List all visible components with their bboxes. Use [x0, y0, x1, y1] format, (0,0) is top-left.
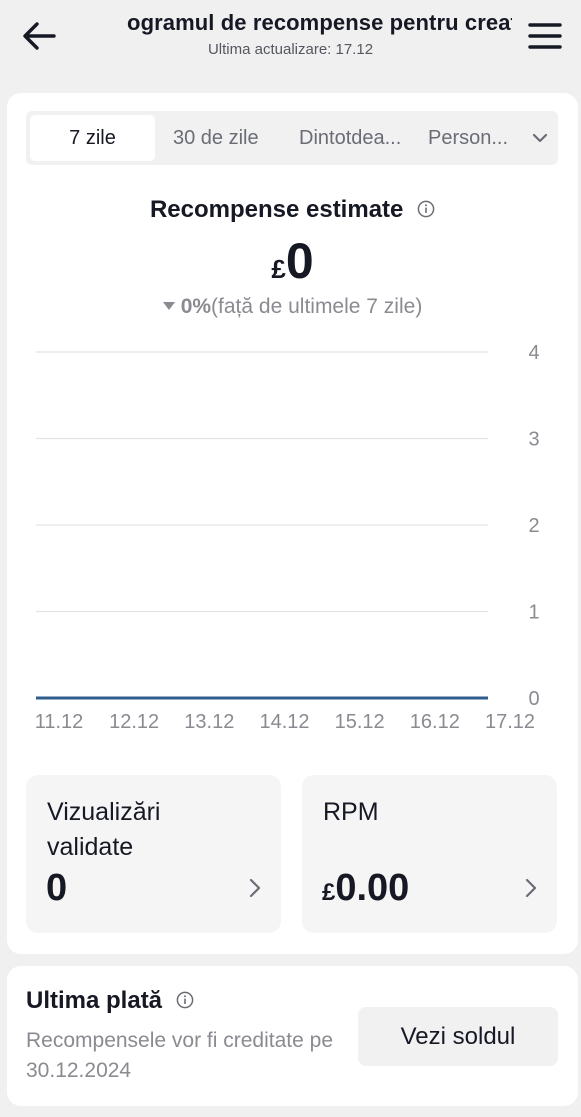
- top-bar: ogramul de recompense pentru creat Ultim…: [0, 0, 581, 80]
- rewards-chart: 0 1 2 3 4 11.12 12.12 13.12 14.12 15.12 16.12 17.12: [35, 342, 540, 733]
- rpm-label: RPM: [323, 798, 379, 826]
- chevron-down-icon[interactable]: [530, 126, 550, 150]
- view-balance-button[interactable]: Vezi soldul: [358, 1007, 558, 1066]
- x-tick-label: 13.12: [184, 711, 234, 733]
- estimated-rewards-label: Recompense estimate: [149, 195, 404, 223]
- y-tick-label: 4: [528, 342, 539, 364]
- currency-symbol: £: [271, 254, 286, 284]
- y-tick-label: 2: [528, 515, 539, 537]
- y-tick-label: 3: [528, 429, 539, 451]
- tab-all-time[interactable]: Dintotdea...: [299, 115, 401, 161]
- x-tick-label: 11.12: [35, 711, 84, 733]
- y-tick-label: 0: [528, 688, 539, 710]
- rpm-currency: £: [322, 879, 336, 906]
- last-updated-label: Ultima actualizare: 17.12: [207, 41, 374, 58]
- rpm-value: £0.00: [322, 867, 409, 910]
- last-payment-card: Ultima plată Recompensele vor fi credita…: [7, 966, 578, 1106]
- x-tick-label: 16.12: [410, 711, 460, 733]
- y-tick-label: 1: [528, 602, 539, 624]
- validated-views-value: 0: [46, 867, 68, 909]
- chevron-right-icon: [249, 878, 261, 898]
- x-tick-label: 14.12: [259, 711, 309, 733]
- menu-button[interactable]: [524, 16, 566, 58]
- payment-description: Recompensele vor fi creditate pe 30.12.2…: [26, 1029, 333, 1082]
- estimated-rewards-value: £0: [7, 233, 578, 289]
- info-circle-icon[interactable]: [417, 200, 435, 218]
- tab-30-days[interactable]: 30 de zile: [173, 115, 259, 161]
- info-circle-icon[interactable]: [176, 991, 194, 1009]
- x-tick-label: 17.12: [485, 711, 535, 733]
- rpm-card[interactable]: RPM £0.00: [302, 775, 557, 933]
- triangle-down-icon: [162, 301, 175, 310]
- validated-views-label: Vizualizări validate: [47, 798, 161, 861]
- last-payment-label: Ultima plată: [26, 986, 163, 1014]
- hamburger-menu-icon: [528, 23, 562, 49]
- rpm-amount: 0.00: [335, 867, 410, 909]
- validated-views-card[interactable]: Vizualizări validate 0: [26, 775, 281, 933]
- page-title: ogramul de recompense pentru creat: [127, 10, 512, 35]
- x-tick-label: 12.12: [109, 711, 159, 733]
- period-selector: 7 zile 30 de zile Dintotdea... Person...: [26, 111, 558, 165]
- tab-custom[interactable]: Person...: [428, 115, 508, 161]
- page-title-container: ogramul de recompense pentru creat: [72, 10, 512, 40]
- last-payment-heading: Ultima plată: [26, 986, 194, 1015]
- rewards-change: 0%(față de ultimele 7 zile): [7, 295, 578, 319]
- chevron-right-icon: [525, 878, 537, 898]
- estimated-rewards-heading: Recompense estimate: [7, 195, 578, 224]
- rewards-amount: 0: [285, 233, 314, 289]
- rewards-card: 7 zile 30 de zile Dintotdea... Person...…: [7, 93, 578, 954]
- change-comparison: (față de ultimele 7 zile): [211, 295, 423, 318]
- tab-7-days[interactable]: 7 zile: [30, 115, 155, 161]
- x-tick-label: 15.12: [335, 711, 385, 733]
- change-percent: 0%: [180, 295, 212, 318]
